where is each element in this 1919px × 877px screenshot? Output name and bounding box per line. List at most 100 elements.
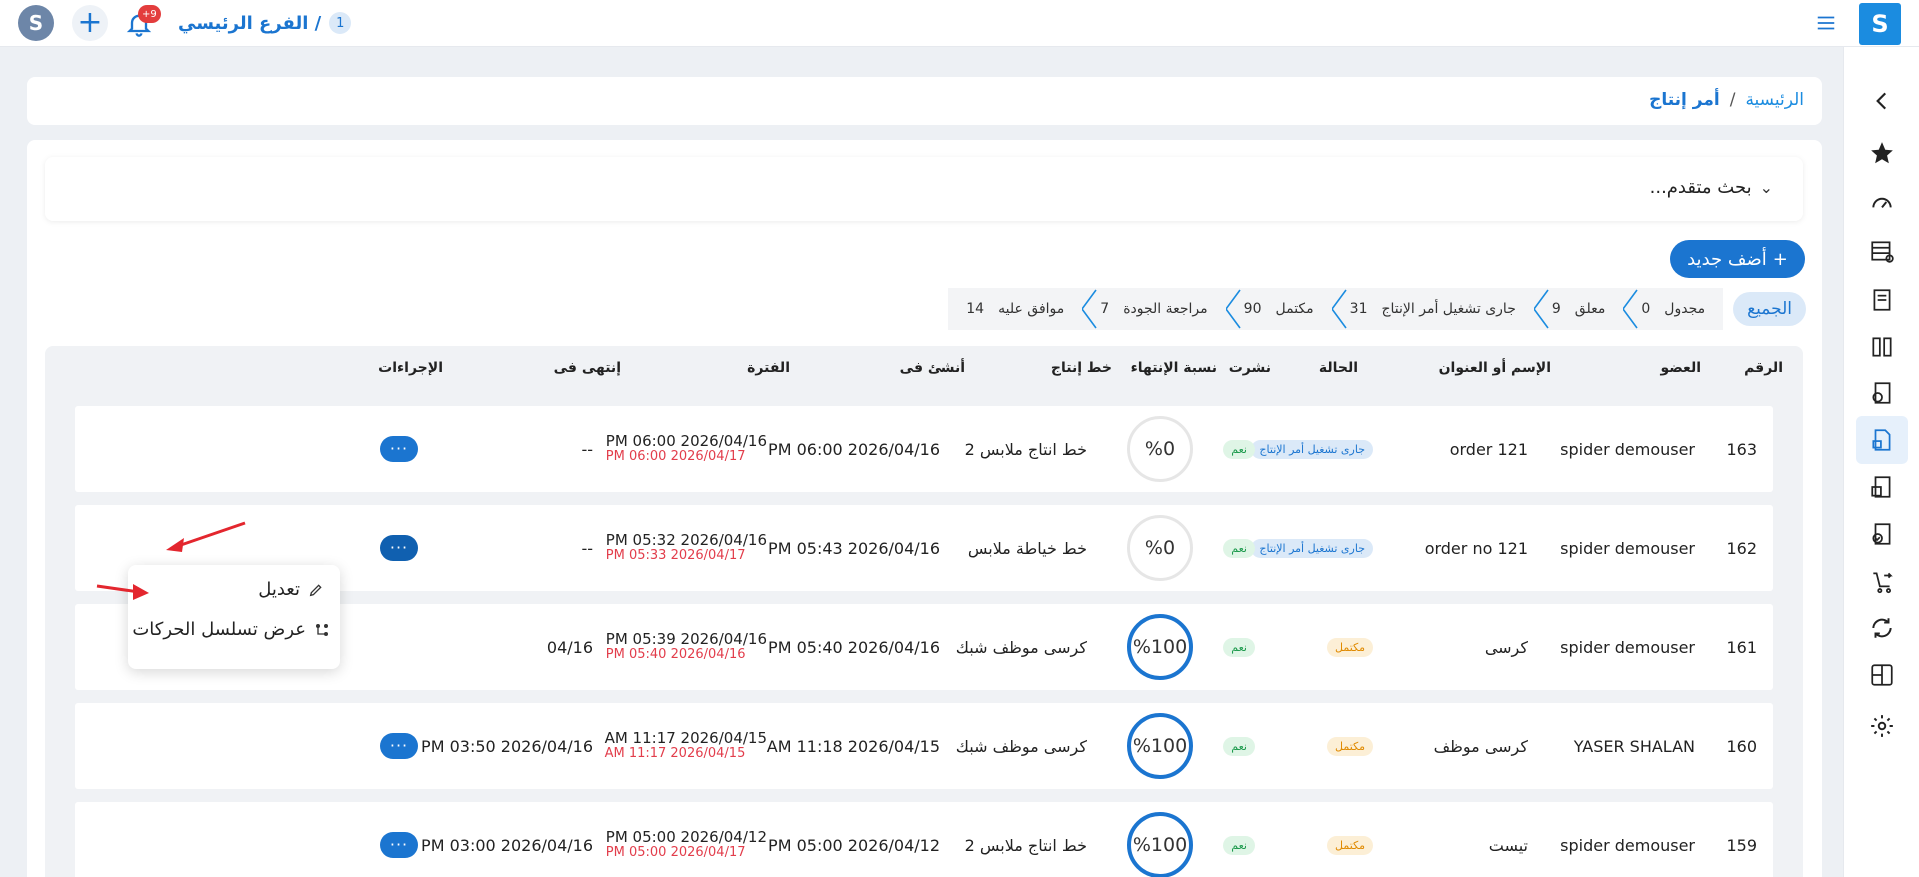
cell-text: PM 03:00 2026/04/16 [421,835,593,855]
header-line: خط إنتاج [1050,360,1112,376]
filter-completed[interactable]: مكتمل 90 [1224,288,1332,330]
cell-number: 161 [1726,604,1757,690]
cell-text: خط انتاج ملابس 2 [964,835,1087,855]
quick-add-button[interactable]: + [72,5,108,41]
cell-ended: 04/16 [547,604,593,690]
chevron-down-icon: ⌄ [1759,178,1773,197]
add-new-button[interactable]: + أضف جديد [1670,240,1805,278]
published-badge: نعم [1223,835,1255,855]
cell-text: كرسى موظف شبك [955,736,1087,756]
period-start: PM 05:00 2026/04/12 [605,827,767,846]
view-sequence-label: عرض تسلسل الحركات [132,619,306,640]
cell-text: -- [581,439,593,459]
view-sequence-menu-item[interactable]: عرض تسلسل الحركات [132,619,330,640]
brand-logo-icon[interactable]: S [1859,3,1901,45]
breadcrumb-separator: / [1729,90,1736,110]
filter-all[interactable]: الجميع [1733,292,1806,326]
app-logo-icon[interactable]: S [18,5,54,41]
branch-name: الفرع الرئيسي / [178,12,322,34]
table-header: الرقم العضو الإسم أو العنوان الحالة نشرت… [45,346,1803,394]
invoice-icon[interactable] [1856,276,1908,324]
filter-pending[interactable]: معلق 9 [1532,288,1624,330]
cell-text: تيست [1488,835,1528,855]
collapse-chevron-icon[interactable] [1856,77,1908,125]
status-badge: مكتمل [1327,835,1373,855]
filter-label: مكتمل [1275,301,1314,317]
cell-member: spider demouser [1560,505,1695,591]
published-badge: نعم [1223,538,1255,558]
cell-ended: -- [581,406,593,492]
period-range: PM 05:32 2026/04/16 PM 05:33 2026/04/17 [606,531,767,564]
row-actions-menu: تعديل عرض تسلسل الحركات [128,565,340,669]
filter-approved[interactable]: موافق عليه 14 [948,288,1083,330]
branch-selector[interactable]: الفرع الرئيسي / 1 [178,12,352,34]
header-number: الرقم [1744,360,1783,376]
row-actions-button[interactable]: ··· [380,436,418,462]
advanced-search-toggle[interactable]: ⌄ بحث متقدم... [1650,177,1773,198]
filter-steps: مجدول 0 معلق 9 جارى تشغيل أمر الإنتاج 31… [948,288,1724,330]
filter-quality-review[interactable]: مراجعة الجودة 7 [1081,288,1226,330]
add-new-label: أضف جديد [1687,248,1767,270]
published-badge: نعم [1223,637,1255,657]
cell-text: 163 [1726,439,1757,459]
period-end: AM 11:17 2026/04/15 [604,746,746,762]
production-order-icon[interactable] [1856,416,1908,464]
header-ended: إنتهى فى [553,360,621,376]
status-badge: جارى تشغيل أمر الإنتاج [1251,538,1373,558]
cell-line: خط انتاج ملابس 2 [965,802,1087,877]
warehouse-icon[interactable] [1856,227,1908,275]
row-actions-button[interactable]: ··· [380,535,418,561]
breadcrumb-home-link[interactable]: الرئيسية [1745,90,1804,110]
cell-number: 160 [1726,703,1757,789]
cell-text: 04/16 [546,637,593,657]
money-document-icon[interactable] [1856,369,1908,417]
filter-label: جارى تشغيل أمر الإنتاج [1381,301,1516,317]
cell-text: order 121 [1449,439,1528,459]
filter-scheduled[interactable]: مجدول 0 [1622,288,1724,330]
period-end: PM 05:40 2026/04/16 [605,647,746,663]
annotation-arrow-icon [166,521,246,552]
cell-ended: PM 03:50 2026/04/16 [421,703,593,789]
columns-icon[interactable] [1856,323,1908,371]
table-row: 163 spider demouser order 121 جارى تشغيل أم… [75,406,1773,492]
filter-label: معلق [1574,301,1606,317]
transfer-cart-icon[interactable] [1856,558,1908,606]
cell-line: كرسى موظف شبك [956,703,1087,789]
row-actions-button[interactable]: ··· [380,832,418,858]
hamburger-menu-icon[interactable] [1815,12,1837,34]
main-content: ⌄ بحث متقدم... + أضف جديد الجميع مجدول 0… [27,140,1822,877]
star-icon[interactable] [1856,129,1908,177]
progress-ring: %100 [1127,713,1193,779]
cell-text: 159 [1726,835,1757,855]
dashboard-gauge-icon[interactable] [1856,178,1908,226]
cell-published: نعم [1223,802,1255,877]
cell-published: نعم [1223,703,1255,789]
edit-label: تعديل [258,579,300,600]
period-start: PM 06:00 2026/04/16 [605,431,767,450]
filter-running[interactable]: جارى تشغيل أمر الإنتاج 31 [1330,288,1534,330]
table-row: 159 spider demouser تيست مكتمل نعم %100 خط انت… [75,802,1773,877]
cell-status: جارى تشغيل أمر الإنتاج [1251,406,1373,492]
cell-created: AM 11:18 2026/04/15 [767,703,940,789]
cell-text: spider demouser [1560,835,1695,855]
refresh-cycle-icon[interactable] [1856,604,1908,652]
cell-number: 159 [1726,802,1757,877]
layout-grid-icon[interactable] [1856,651,1908,699]
cell-ended: -- [581,505,593,591]
edit-menu-item[interactable]: تعديل [258,579,324,600]
cell-member: spider demouser [1560,802,1695,877]
cell-status: جارى تشغيل أمر الإنتاج [1251,505,1373,591]
cell-text: خط انتاج ملابس 2 [964,439,1087,459]
settings-gear-icon[interactable] [1856,702,1908,750]
filter-count: 0 [1641,301,1651,317]
boxes-document-icon[interactable] [1856,463,1908,511]
cell-member: YASER SHALAN [1574,703,1695,789]
cell-created: PM 05:43 2026/04/16 [768,505,940,591]
approved-document-icon[interactable] [1856,510,1908,558]
cell-text: خط خياطة ملابس [967,538,1087,558]
period-range: AM 11:17 2026/04/15 AM 11:17 2026/04/15 [604,729,767,762]
row-actions-button[interactable]: ··· [380,733,418,759]
cell-period: PM 06:00 2026/04/16 PM 06:00 2026/04/17 [606,406,767,492]
plus-icon: + [1772,248,1788,270]
cell-progress: %100 [1127,703,1193,789]
